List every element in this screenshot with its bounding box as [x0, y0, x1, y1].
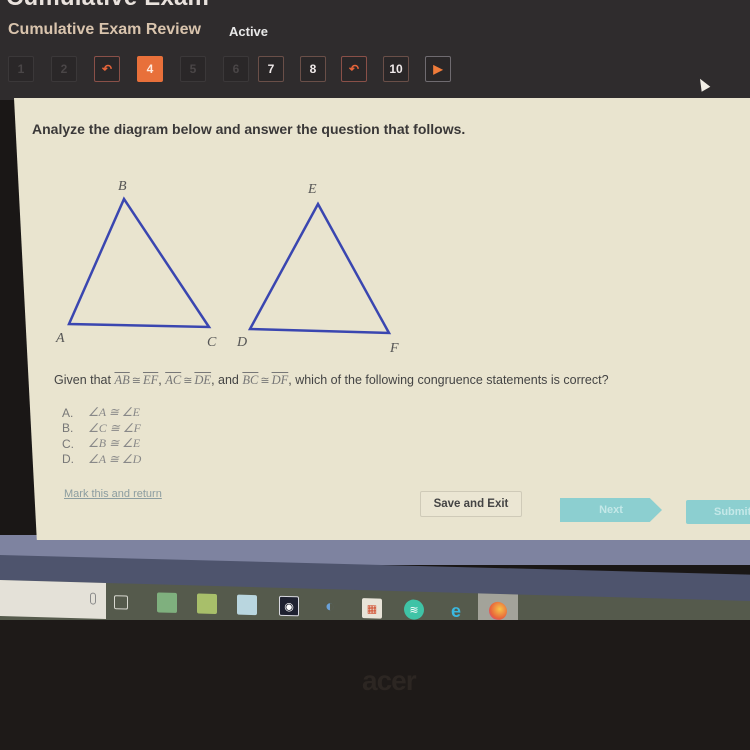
answer-options: A. ∠A ≅ ∠E B. ∠C ≅ ∠F C. ∠B ≅ ∠E D. ∠A ≅… — [62, 405, 141, 467]
question-button-4-current[interactable]: 4 — [137, 56, 163, 82]
firefox-logo — [489, 601, 507, 621]
option-letter: D. — [62, 452, 74, 467]
flag-return-icon: ↶ — [348, 62, 360, 76]
microphone-icon[interactable] — [90, 592, 96, 605]
next-question-button[interactable]: ▶ — [425, 56, 451, 82]
option-letter: A. — [62, 405, 74, 420]
segment-bc: BC — [242, 373, 259, 387]
instructions-text: Analyze the diagram below and answer the… — [32, 121, 466, 137]
option-text: ∠B ≅ ∠E — [88, 436, 141, 451]
question-button-8[interactable]: 8 — [300, 56, 326, 82]
answer-option-c[interactable]: C. ∠B ≅ ∠E — [62, 436, 141, 452]
question-prefix: Given that — [54, 373, 111, 387]
triangle-def — [247, 201, 392, 335]
taskbar-search-box[interactable] — [0, 580, 106, 619]
question-button-5[interactable]: 5 — [180, 56, 206, 82]
option-text: ∠A ≅ ∠D — [88, 451, 142, 466]
mouse-cursor-icon — [695, 76, 711, 92]
vertex-label-e: E — [307, 182, 317, 197]
segment-de: DE — [194, 373, 212, 387]
segment-ef: EF — [142, 373, 159, 387]
triangle-abc — [67, 196, 212, 329]
option-text: ∠C ≅ ∠F — [88, 420, 141, 435]
answer-option-b[interactable]: B. ∠C ≅ ∠F — [62, 421, 141, 437]
vertex-label-f: F — [389, 341, 399, 356]
segment-ab: AB — [114, 373, 130, 387]
vertex-label-c: C — [207, 335, 217, 350]
app-icon[interactable] — [157, 592, 177, 613]
segment-ac: AC — [165, 373, 182, 387]
store-icon[interactable]: ▦ — [362, 598, 382, 619]
spotify-icon[interactable]: ≋ — [404, 599, 424, 620]
question-button-6[interactable]: 6 — [223, 56, 249, 82]
save-and-exit-button[interactable]: Save and Exit — [420, 491, 522, 517]
congruent-symbol: ≅ — [131, 375, 141, 387]
media-app-icon[interactable]: ◉ — [279, 595, 299, 617]
screen: Cumulative Exam Cumulative Exam Review A… — [0, 0, 750, 750]
question-text: Given that AB ≅ EF, AC ≅ DE, and BC ≅ DF, whic… — [54, 373, 609, 387]
game-launcher-icon[interactable]: ◐ — [320, 597, 340, 618]
question-button-10[interactable]: 10 — [383, 56, 409, 82]
mark-and-return-link[interactable]: Mark this and return — [64, 488, 162, 500]
option-letter: C. — [62, 436, 74, 451]
exam-name: Cumulative Exam Review — [8, 21, 201, 38]
next-button[interactable]: Next — [560, 498, 662, 522]
congruent-symbol: ≅ — [260, 375, 270, 387]
question-button-2[interactable]: 2 — [51, 56, 77, 82]
flag-return-icon: ↶ — [101, 62, 113, 76]
vertex-label-d: D — [236, 335, 247, 350]
laptop-brand-logo: acer — [362, 665, 417, 696]
question-suffix: , which of the following congruence stat… — [288, 373, 609, 387]
exam-header: Cumulative Exam Cumulative Exam Review A… — [0, 0, 750, 100]
option-letter: B. — [62, 421, 74, 436]
vertex-label-a: A — [55, 331, 65, 346]
next-arrow-icon: ▶ — [433, 62, 443, 76]
cloud-app-icon[interactable] — [197, 593, 217, 615]
option-text: ∠A ≅ ∠E — [88, 405, 141, 420]
triangles-diagram: A B C D E F — [55, 179, 399, 356]
congruent-symbol: ≅ — [183, 375, 193, 387]
task-view-icon[interactable] — [114, 595, 128, 610]
question-button-3-flagged[interactable]: ↶ — [94, 56, 120, 82]
submit-button[interactable]: Submit — [686, 500, 750, 524]
answer-option-d[interactable]: D. ∠A ≅ ∠D — [62, 452, 141, 468]
question-button-9-flagged[interactable]: ↶ — [341, 56, 367, 82]
status-label: Active — [229, 24, 269, 39]
vertex-label-b: B — [118, 179, 127, 194]
segment-df: DF — [271, 373, 289, 387]
app-title: Cumulative Exam — [6, 0, 209, 12]
file-explorer-icon[interactable] — [237, 594, 257, 616]
question-button-7[interactable]: 7 — [258, 56, 284, 82]
question-button-1[interactable]: 1 — [8, 56, 34, 82]
edge-icon[interactable]: e — [446, 600, 466, 621]
question-and: , and — [211, 373, 239, 387]
answer-option-a[interactable]: A. ∠A ≅ ∠E — [62, 405, 141, 421]
